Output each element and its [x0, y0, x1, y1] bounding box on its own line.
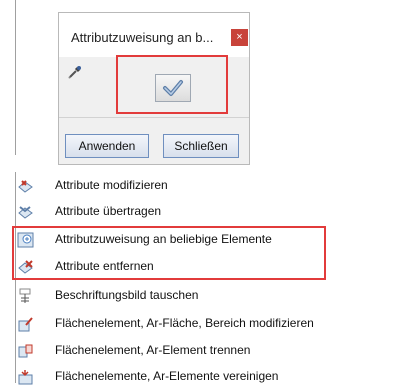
eyedropper-icon[interactable] [67, 64, 83, 80]
dialog-titlebar: Attributzuweisung an b... × [59, 13, 249, 57]
menu-item-label: Flächenelement, Ar-Element trennen [55, 343, 251, 357]
menu-item-area-split[interactable]: Flächenelement, Ar-Element trennen [0, 338, 393, 364]
dialog-title: Attributzuweisung an b... [71, 30, 214, 45]
menu-item-label: Attribute modifizieren [55, 178, 168, 192]
menu-item-attribute-transfer[interactable]: Attribute übertragen [0, 199, 393, 225]
left-divider [15, 0, 16, 155]
menu-item-area-merge[interactable]: Flächenelemente, Ar-Elemente vereinigen [0, 364, 393, 390]
checkmark-button[interactable] [155, 74, 191, 102]
area-modify-icon [18, 317, 33, 332]
checkmark-icon [163, 80, 183, 96]
attribute-remove-icon [18, 260, 33, 274]
menu-item-label-swap[interactable]: Beschriftungsbild tauschen [0, 283, 393, 309]
menu-item-label: Flächenelemente, Ar-Elemente vereinigen [55, 369, 279, 383]
menu-item-label: Attributzuweisung an beliebige Elemente [55, 232, 272, 246]
area-split-icon [18, 344, 33, 358]
menu-item-label: Beschriftungsbild tauschen [55, 288, 199, 302]
apply-button[interactable]: Anwenden [65, 134, 149, 158]
menu-item-attribute-remove[interactable]: Attribute entfernen [0, 254, 393, 280]
menu-item-area-modify[interactable]: Flächenelement, Ar-Fläche, Bereich modif… [0, 311, 393, 337]
apply-highlight-box [116, 55, 228, 114]
menu-item-label: Flächenelement, Ar-Fläche, Bereich modif… [55, 316, 314, 330]
close-button[interactable]: Schließen [163, 134, 239, 158]
menu-item-attribute-assign[interactable]: Attributzuweisung an beliebige Elemente [0, 227, 393, 253]
label-swap-icon [19, 288, 31, 303]
attribute-transfer-icon [18, 206, 33, 219]
attribute-modify-icon [18, 180, 33, 193]
attribute-assign-dialog: Attributzuweisung an b... × Anwenden Sch… [58, 12, 250, 165]
dialog-separator [59, 117, 249, 118]
menu-item-attribute-modify[interactable]: Attribute modifizieren [0, 173, 393, 199]
menu-item-label: Attribute entfernen [55, 259, 154, 273]
attribute-assign-icon [17, 232, 34, 248]
close-icon[interactable]: × [231, 29, 248, 46]
menu-item-label: Attribute übertragen [55, 204, 162, 218]
